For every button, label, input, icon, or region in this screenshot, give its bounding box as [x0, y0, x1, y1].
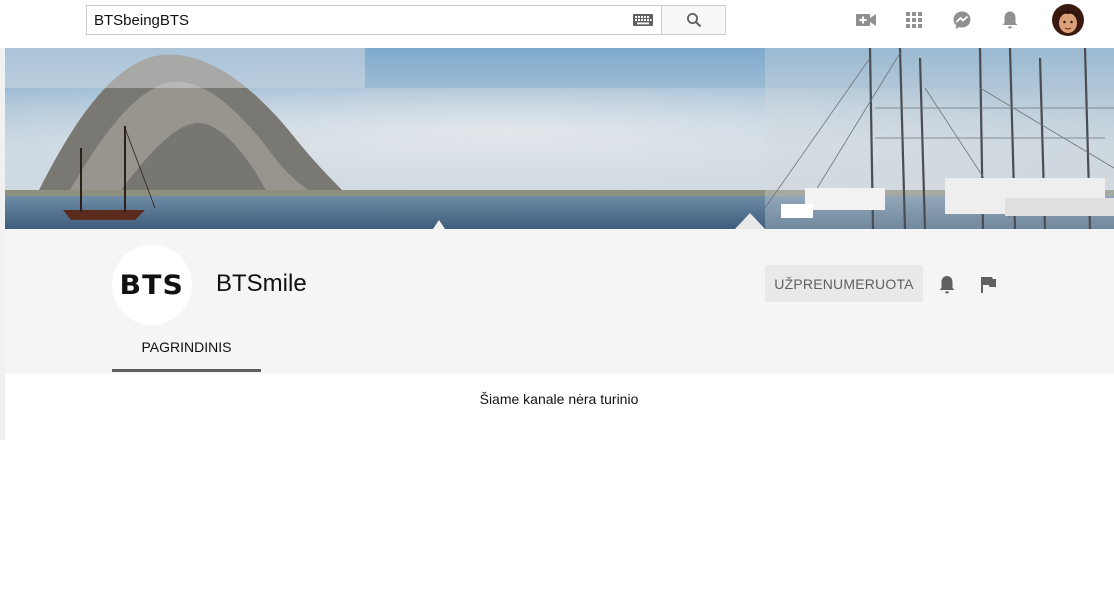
empty-channel-message: Šiame kanale nėra turinio — [479, 391, 639, 407]
messages-icon[interactable] — [950, 8, 974, 32]
youtube-channel-page: BTS BTSmile UŽPRENUMERUOTA PAGRINDINIS Š… — [0, 0, 1114, 610]
channel-name: BTSmile — [216, 270, 307, 297]
account-avatar[interactable] — [1052, 4, 1084, 36]
channel-avatar[interactable]: BTS — [112, 245, 192, 325]
report-flag-icon[interactable] — [976, 273, 1000, 297]
tab-home[interactable]: PAGRINDINIS — [112, 324, 261, 372]
search-button[interactable] — [661, 5, 726, 35]
channel-notification-bell-icon[interactable] — [935, 273, 959, 297]
subscribed-button[interactable]: UŽPRENUMERUOTA — [765, 265, 923, 302]
channel-logo-text: BTS — [119, 269, 185, 301]
search-icon — [686, 13, 701, 28]
search-bar — [86, 5, 726, 35]
channel-header: BTS BTSmile UŽPRENUMERUOTA PAGRINDINIS — [5, 229, 1114, 374]
video-camera-add-icon[interactable] — [854, 8, 878, 32]
top-bar — [0, 0, 1114, 48]
notifications-bell-icon[interactable] — [998, 8, 1022, 32]
apps-grid-icon[interactable] — [902, 8, 926, 32]
channel-banner — [5, 48, 1114, 229]
keyboard-icon[interactable] — [625, 6, 661, 34]
search-box — [86, 5, 661, 35]
search-input[interactable] — [94, 7, 625, 33]
